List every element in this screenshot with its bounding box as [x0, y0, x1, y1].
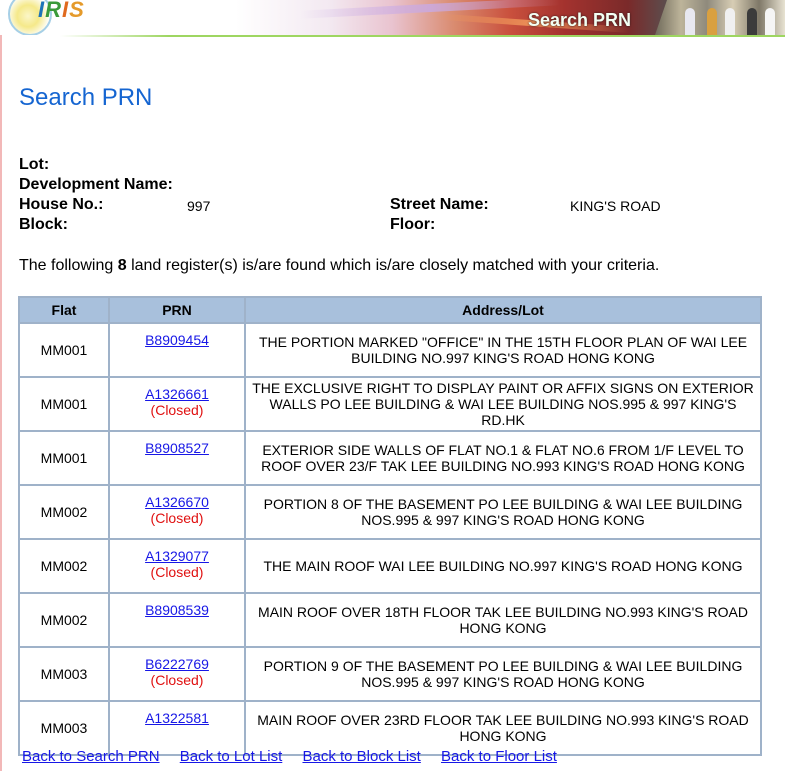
- column-header-address: Address/Lot: [246, 298, 760, 324]
- results-table: Flat PRN Address/Lot MM001 B8909454 THE PO…: [18, 296, 762, 756]
- criteria-floor: Floor:: [390, 216, 435, 234]
- prn-link[interactable]: B8908539: [145, 602, 209, 618]
- prn-cell: A1326670 (Closed): [110, 486, 246, 540]
- prn-cell: B8909454: [110, 324, 246, 378]
- logo-letter: R: [45, 0, 63, 22]
- flat-cell: MM002: [20, 594, 110, 648]
- footer-links: Back to Search PRN Back to Lot List Back…: [22, 748, 573, 765]
- address-cell: THE PORTION MARKED "OFFICE" IN THE 15TH …: [246, 324, 760, 378]
- result-count: 8: [117, 257, 127, 274]
- table-row: MM003 B6222769 (Closed) PORTION 9 OF THE BA…: [20, 648, 760, 702]
- criteria-block: Block:: [19, 216, 68, 234]
- prn-link[interactable]: A1326661: [145, 386, 209, 402]
- flat-cell: MM002: [20, 540, 110, 594]
- back-to-block-list-link[interactable]: Back to Block List: [302, 748, 420, 765]
- address-cell: MAIN ROOF OVER 18TH FLOOR TAK LEE BUILDI…: [246, 594, 760, 648]
- address-cell: THE EXCLUSIVE RIGHT TO DISPLAY PAINT OR …: [246, 378, 760, 432]
- prn-link[interactable]: A1329077: [145, 548, 209, 564]
- table-row: MM003 A1322581 MAIN ROOF OVER 23RD FLOOR T…: [20, 702, 760, 754]
- results-summary: The following 8 land register(s) is/are …: [19, 257, 659, 275]
- prn-link[interactable]: B8909454: [145, 332, 209, 348]
- prn-cell: B8908539: [110, 594, 246, 648]
- column-header-prn: PRN: [110, 298, 246, 324]
- back-to-floor-list-link[interactable]: Back to Floor List: [441, 748, 557, 765]
- table-row: MM001 A1326661 (Closed) THE EXCLUSIVE RIGHT…: [20, 378, 760, 432]
- flat-cell: MM001: [20, 378, 110, 432]
- logo-letter: S: [69, 0, 85, 22]
- prn-link[interactable]: B8908527: [145, 440, 209, 456]
- flat-cell: MM003: [20, 648, 110, 702]
- criteria-development: Development Name:: [19, 176, 173, 194]
- table-header-row: Flat PRN Address/Lot: [20, 298, 760, 324]
- table-row: MM001 B8909454 THE PORTION MARKED "OFFICE"…: [20, 324, 760, 378]
- banner-photo-figure: [725, 8, 735, 35]
- prn-link[interactable]: A1326670: [145, 494, 209, 510]
- prn-link[interactable]: A1322581: [145, 710, 209, 726]
- prn-cell: B6222769 (Closed): [110, 648, 246, 702]
- criteria-street: Street Name:: [390, 196, 489, 214]
- table-row: MM001 B8908527 EXTERIOR SIDE WALLS OF FLAT…: [20, 432, 760, 486]
- banner-photo-figure: [685, 8, 695, 35]
- prn-link[interactable]: B6222769: [145, 656, 209, 672]
- block-label: Block:: [19, 216, 68, 233]
- banner-photo-figure: [765, 8, 775, 35]
- address-cell: PORTION 9 OF THE BASEMENT PO LEE BUILDIN…: [246, 648, 760, 702]
- back-to-search-prn-link[interactable]: Back to Search PRN: [22, 748, 160, 765]
- house-no-value: 997: [187, 198, 211, 214]
- table-row: MM002 A1329077 (Closed) THE MAIN ROOF WAI L…: [20, 540, 760, 594]
- closed-status-label: (Closed): [150, 510, 204, 526]
- address-cell: MAIN ROOF OVER 23RD FLOOR TAK LEE BUILDI…: [257, 712, 749, 744]
- closed-status-label: (Closed): [150, 672, 204, 688]
- back-to-lot-list-link[interactable]: Back to Lot List: [180, 748, 283, 765]
- address-cell: PORTION 8 OF THE BASEMENT PO LEE BUILDIN…: [246, 486, 760, 540]
- criteria-house: House No.:: [19, 196, 103, 214]
- banner-photo-figure: [707, 8, 717, 35]
- column-header-flat: Flat: [20, 298, 110, 324]
- flat-cell: MM001: [20, 324, 110, 378]
- summary-suffix: land register(s) is/are found which is/a…: [126, 257, 660, 274]
- table-row: MM002 B8908539 MAIN ROOF OVER 18TH FLOOR T…: [20, 594, 760, 648]
- page-title: Search PRN: [19, 84, 153, 111]
- banner-title: Search PRN: [528, 10, 632, 30]
- prn-cell: B8908527: [110, 432, 246, 486]
- prn-cell: A1329077 (Closed): [110, 540, 246, 594]
- street-name-label: Street Name:: [390, 196, 489, 213]
- prn-cell: A1322581: [110, 702, 246, 754]
- floor-label: Floor:: [390, 216, 436, 233]
- street-name-value: KING'S ROAD: [570, 198, 661, 214]
- criteria-lot: Lot:: [19, 156, 49, 174]
- house-no-label: House No.:: [19, 196, 104, 213]
- prn-cell: A1326661 (Closed): [110, 378, 246, 432]
- flat-cell: MM003: [20, 702, 110, 754]
- header-divider: [60, 35, 785, 37]
- lot-label: Lot:: [19, 156, 50, 173]
- page-left-border: [0, 0, 2, 771]
- summary-prefix: The following: [19, 257, 118, 274]
- closed-status-label: (Closed): [150, 402, 204, 418]
- address-cell: THE MAIN ROOF WAI LEE BUILDING NO.997 KI…: [246, 540, 760, 594]
- development-name-label: Development Name:: [19, 176, 173, 193]
- banner-photo-figure: [747, 8, 757, 35]
- closed-status-label: (Closed): [150, 564, 204, 580]
- flat-cell: MM001: [20, 432, 110, 486]
- flat-cell: MM002: [20, 486, 110, 540]
- table-row: MM002 A1326670 (Closed) PORTION 8 OF THE BA…: [20, 486, 760, 540]
- iris-logo-text: IRIS: [38, 0, 85, 23]
- banner-photo: [655, 0, 785, 35]
- address-cell: EXTERIOR SIDE WALLS OF FLAT NO.1 & FLAT …: [246, 432, 760, 486]
- header-banner: IRIS Search PRN: [0, 0, 785, 35]
